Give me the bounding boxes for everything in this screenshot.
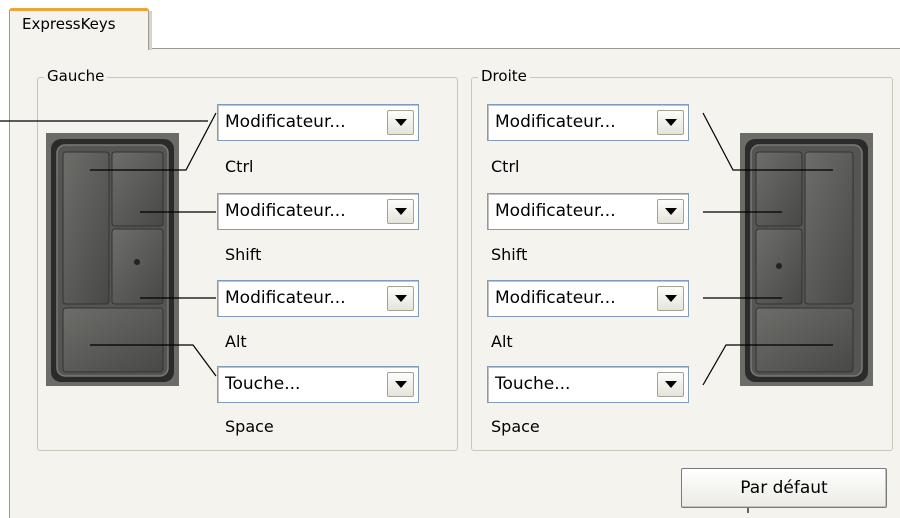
left-key2-value: Modificateur... [225,201,346,221]
tab-expresskeys-label: ExpressKeys [22,15,116,33]
left-key2-select[interactable]: Modificateur... [217,193,419,230]
right-key4-value: Touche... [495,374,571,394]
chevron-down-icon[interactable] [387,110,414,135]
chevron-down-icon[interactable] [657,372,684,397]
right-key2-value: Modificateur... [495,201,616,221]
chevron-down-icon[interactable] [387,199,414,224]
default-button[interactable]: Par défaut [681,468,887,508]
right-key1-select[interactable]: Modificateur... [487,104,689,141]
right-key3-value: Modificateur... [495,288,616,308]
left-key3-select[interactable]: Modificateur... [217,280,419,317]
right-key2-assigned: Shift [491,245,528,264]
right-key1-value: Modificateur... [495,112,616,132]
chevron-down-icon[interactable] [387,286,414,311]
left-key4-assigned: Space [225,417,274,436]
left-key1-value: Modificateur... [225,112,346,132]
right-key3-assigned: Alt [491,332,513,351]
tab-expresskeys[interactable]: ExpressKeys [9,8,152,50]
chevron-down-icon[interactable] [657,199,684,224]
chevron-down-icon[interactable] [657,110,684,135]
right-key1-assigned: Ctrl [491,157,520,176]
right-key3-select[interactable]: Modificateur... [487,280,689,317]
default-button-label: Par défaut [740,478,828,498]
right-key2-select[interactable]: Modificateur... [487,193,689,230]
left-key4-select[interactable]: Touche... [217,366,419,403]
right-group-title: Droite [478,67,530,85]
left-key3-assigned: Alt [225,332,247,351]
expresskeys-panel: Gauche Modificateur... Ctrl Modificateur… [9,48,900,518]
left-key4-value: Touche... [225,374,301,394]
chevron-down-icon[interactable] [387,372,414,397]
left-group-title: Gauche [44,67,108,85]
left-key3-value: Modificateur... [225,288,346,308]
right-key4-assigned: Space [491,417,540,436]
left-key1-assigned: Ctrl [225,157,254,176]
right-key4-select[interactable]: Touche... [487,366,689,403]
left-key1-select[interactable]: Modificateur... [217,104,419,141]
left-key2-assigned: Shift [225,245,262,264]
chevron-down-icon[interactable] [657,286,684,311]
